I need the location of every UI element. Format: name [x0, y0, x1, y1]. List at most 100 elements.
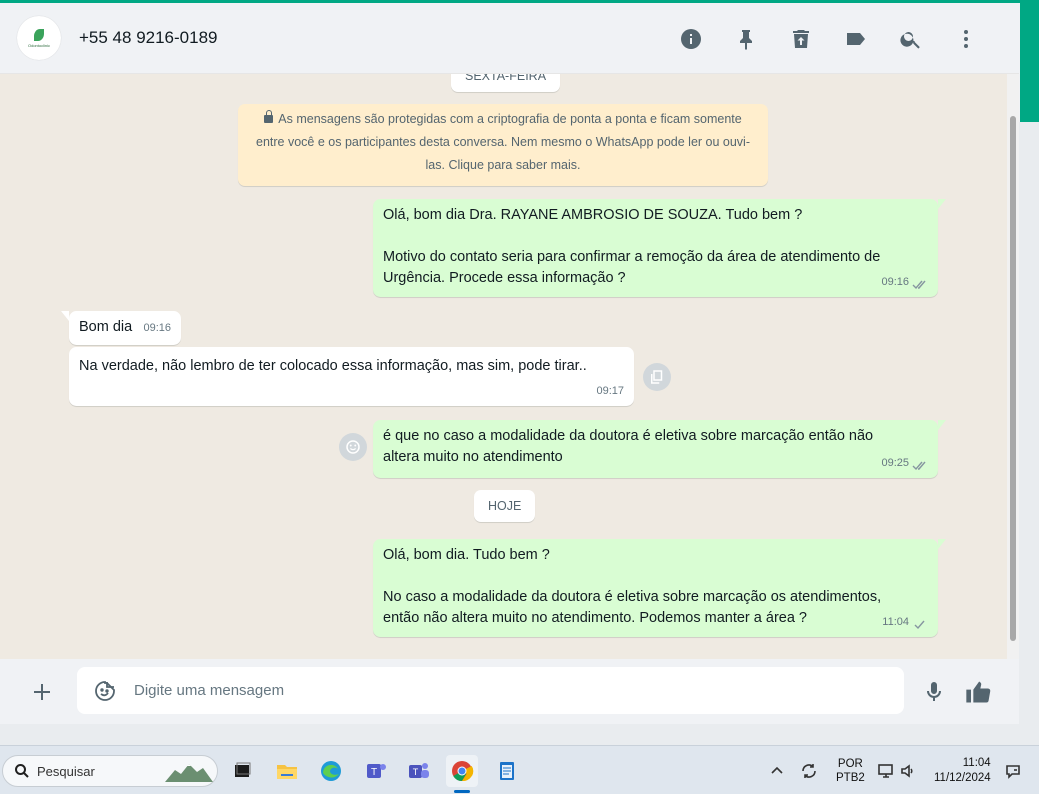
message-time: 09:16: [143, 322, 171, 334]
language-indicator[interactable]: POR PTB2: [836, 746, 865, 794]
active-app-indicator: [454, 790, 470, 793]
tray-network-button[interactable]: [877, 746, 895, 794]
search-button[interactable]: [883, 19, 938, 59]
sticker-button[interactable]: [92, 678, 118, 704]
tray-sync-button[interactable]: [800, 746, 818, 794]
tray-volume-button[interactable]: [899, 746, 917, 794]
message-meta: 09:17: [596, 381, 624, 402]
language-top: POR: [837, 757, 863, 770]
label-button[interactable]: [828, 19, 883, 59]
tray-overflow-button[interactable]: [770, 746, 784, 794]
message-meta: 11:04: [882, 612, 928, 633]
copy-icon: [651, 370, 663, 384]
language-bottom: PTB2: [836, 771, 865, 784]
delete-icon: [792, 29, 809, 48]
encryption-notice-text: As mensagens são protegidas com a cripto…: [256, 112, 751, 172]
network-icon: [878, 763, 893, 778]
chat-messages[interactable]: SEXTA-FEIRA As mensagens são protegidas …: [0, 74, 1007, 659]
lock-icon: [264, 110, 274, 123]
window-gutter: [1019, 122, 1039, 745]
notepad-icon: [500, 762, 514, 780]
plus-icon: [34, 684, 50, 700]
message-line: [383, 226, 928, 247]
mountain-icon: [165, 764, 213, 782]
bubble-tail: [938, 539, 946, 549]
message-input-box: [77, 667, 904, 714]
message-outgoing[interactable]: Olá, bom dia Dra. RAYANE AMBROSIO DE SOU…: [373, 199, 946, 297]
avatar-logo-icon: [34, 28, 44, 41]
sticker-icon: [95, 680, 115, 701]
message-line: Na verdade, não lembro de ter colocado e…: [79, 358, 587, 374]
message-input[interactable]: [134, 682, 874, 699]
teams-work-icon: T: [409, 763, 429, 778]
pin-button[interactable]: [718, 19, 773, 59]
voice-message-button[interactable]: [920, 678, 948, 706]
sync-icon: [802, 763, 816, 778]
message-time: 11:04: [882, 616, 909, 628]
single-check-icon: [912, 617, 928, 630]
contact-name[interactable]: +55 48 9216-0189: [79, 28, 218, 48]
message-line: Motivo do contato seria para confirmar a…: [383, 249, 881, 265]
taskbar-task-view[interactable]: [226, 755, 258, 787]
bubble-tail: [61, 311, 69, 321]
contact-avatar[interactable]: Odontoclinic: [17, 16, 61, 60]
svg-text:T: T: [371, 767, 377, 778]
avatar-text: Odontoclinic: [27, 42, 50, 48]
day-divider-today: HOJE: [474, 490, 536, 522]
react-emoji-button[interactable]: [339, 433, 367, 461]
attach-button[interactable]: [26, 676, 58, 708]
tray-notifications-button[interactable]: [1004, 746, 1022, 794]
taskbar-notepad[interactable]: [491, 755, 523, 787]
message-meta: 09:16: [143, 318, 171, 339]
message-line: Olá, bom dia Dra. RAYANE AMBROSIO DE SOU…: [383, 207, 803, 223]
delete-button[interactable]: [773, 19, 828, 59]
message-time: 09:16: [881, 276, 909, 288]
search-icon: [899, 31, 920, 49]
message-composer: [0, 659, 1019, 724]
forward-message-button[interactable]: [643, 363, 671, 391]
svg-text:T: T: [413, 767, 419, 777]
windows-taskbar: Pesquisar T T POR PTB2 11:04 11/12/2024: [0, 745, 1039, 794]
folder-icon: [277, 765, 297, 779]
pin-icon: [739, 29, 752, 50]
send-like-button[interactable]: [962, 677, 994, 707]
smiley-icon: [346, 440, 360, 454]
taskbar-file-explorer[interactable]: [271, 755, 303, 787]
bubble-tail: [938, 420, 946, 430]
contact-info-button[interactable]: [663, 19, 718, 59]
taskbar-teams-work[interactable]: T: [403, 755, 435, 787]
system-clock[interactable]: 11:04 11/12/2024: [934, 746, 991, 794]
message-outgoing[interactable]: é que no caso a modalidade da doutora é …: [373, 420, 946, 478]
scrollbar-thumb[interactable]: [1010, 116, 1016, 641]
notification-icon: [1006, 764, 1020, 779]
search-icon: [14, 763, 30, 779]
encryption-notice[interactable]: As mensagens são protegidas com a cripto…: [238, 104, 768, 186]
mic-icon: [927, 682, 941, 701]
message-meta: 09:25: [881, 453, 928, 474]
message-incoming[interactable]: Na verdade, não lembro de ter colocado e…: [69, 347, 634, 406]
menu-button[interactable]: [938, 19, 993, 59]
message-outgoing[interactable]: Olá, bom dia. Tudo bem ? No caso a modal…: [373, 539, 946, 637]
chrome-icon: [452, 761, 474, 782]
message-incoming[interactable]: Bom dia 09:16: [61, 311, 181, 345]
window-side-accent: [1020, 0, 1039, 122]
edge-icon: [321, 761, 341, 781]
taskbar-edge[interactable]: [315, 755, 347, 787]
header-actions: [663, 3, 993, 74]
info-icon: [680, 28, 701, 49]
label-icon: [846, 32, 865, 45]
taskbar-chrome[interactable]: [446, 755, 478, 787]
taskbar-teams-personal[interactable]: T: [360, 755, 392, 787]
message-line: então não altera muito no atendimento. P…: [383, 610, 807, 626]
bubble-tail: [938, 199, 946, 209]
chat-header: Odontoclinic +55 48 9216-0189: [0, 3, 1019, 74]
clock-time: 11:04: [962, 756, 991, 769]
menu-icon: [963, 29, 968, 48]
taskbar-search[interactable]: Pesquisar: [2, 755, 218, 787]
chevron-up-icon: [771, 766, 783, 774]
message-line: Urgência. Procede essa informação ?: [383, 270, 626, 286]
teams-icon: T: [367, 764, 386, 778]
chat-scrollbar[interactable]: [1007, 74, 1019, 659]
task-view-icon: [235, 762, 251, 777]
message-time: 09:17: [596, 385, 624, 397]
